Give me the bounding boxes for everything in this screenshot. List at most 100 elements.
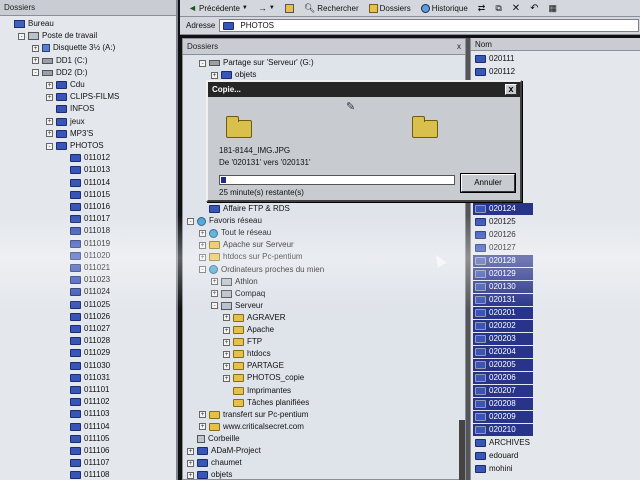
tree-item[interactable]: + CLIPS-FILMS [46,91,119,103]
tree-item[interactable]: - Serveur [211,300,263,312]
views-button[interactable]: ▦ [547,1,560,15]
expand-icon[interactable]: + [199,253,206,261]
expand-icon[interactable]: + [211,71,218,79]
search-button[interactable]: 🔍︎ Rechercher [302,1,361,15]
collapse-icon[interactable]: - [187,217,194,225]
tree-item[interactable]: + Athlon [211,276,258,288]
tree-item[interactable]: + Apache [223,324,274,336]
tree-item[interactable]: - DD2 (D:) [32,67,88,79]
file-list-item[interactable]: 020205 [473,359,533,371]
tree-item[interactable]: + Compaq [211,288,265,300]
file-list-item[interactable]: 020209 [473,411,533,423]
history-button[interactable]: Historique [419,1,470,15]
expand-icon[interactable]: + [211,278,218,286]
tree-item[interactable]: 011020 [60,250,110,262]
tree-item[interactable]: 011108 [60,469,110,480]
file-list-item[interactable]: 020202 [473,320,533,332]
tree-item[interactable]: 011027 [60,323,110,335]
tree-item[interactable]: + MP3'S [46,128,93,140]
up-folder-button[interactable] [283,1,296,15]
tree-item[interactable]: 011016 [60,201,110,213]
tree-item[interactable]: Imprimantes [223,385,291,397]
file-list-item[interactable]: 020124 [473,203,533,215]
tree-item[interactable]: Bureau [4,18,54,30]
undo-button[interactable]: ↶ [528,1,540,15]
file-list-item[interactable]: 020130 [473,281,533,293]
tree-item[interactable]: + DD1 (C:) [32,55,88,67]
tree-item[interactable]: 011021 [60,262,110,274]
collapse-icon[interactable]: - [46,142,53,150]
expand-icon[interactable]: + [46,81,53,89]
expand-icon[interactable]: + [223,314,230,322]
file-list-item[interactable]: 020127 [473,242,533,254]
tree-item[interactable]: + AGRAVER [223,312,286,324]
tree-item[interactable]: 011106 [60,445,110,457]
tree-item[interactable]: + ADaM-Project [187,445,261,457]
file-list-item[interactable]: 020204 [473,346,533,358]
file-list-item[interactable]: 020206 [473,372,533,384]
expand-icon[interactable]: + [211,290,218,298]
tree-item[interactable]: - Partage sur 'Serveur' (G:) [199,57,314,69]
tree-item[interactable]: + htdocs sur Pc-pentium [199,251,303,263]
collapse-icon[interactable]: - [18,32,25,40]
tree-item[interactable]: 011014 [60,177,110,189]
tree-item[interactable]: + htdocs [223,348,271,360]
move-to-button[interactable]: ⇄ [476,1,488,15]
expand-icon[interactable]: + [223,362,230,370]
tree-item[interactable]: INFOS [46,103,94,115]
expand-icon[interactable]: + [187,459,194,467]
dropdown-icon[interactable]: ▼ [269,5,275,11]
file-list-item[interactable]: 020207 [473,385,533,397]
tree-item[interactable]: 011029 [60,347,110,359]
tree-item[interactable]: + transfert sur Pc-pentium [199,409,308,421]
tree-item[interactable]: + Tout le réseau [199,227,271,239]
tree-item[interactable]: + www.criticalsecret.com [199,421,304,433]
collapse-icon[interactable]: - [211,302,218,310]
file-list-item[interactable]: 020112 [473,66,533,78]
file-list-item[interactable]: ARCHIVES [473,437,533,449]
expand-icon[interactable]: + [199,423,206,431]
delete-button[interactable]: ✕ [510,1,522,15]
close-pane-button[interactable]: x [457,39,461,54]
tree-item[interactable]: + PHOTOS_copie [223,372,304,384]
tree-item[interactable]: 011026 [60,311,110,323]
collapse-icon[interactable]: - [199,59,206,67]
tree-item[interactable]: Corbeille [187,433,240,445]
dropdown-icon[interactable]: ▼ [242,5,248,11]
expand-icon[interactable]: + [46,93,53,101]
scrollbar-thumb[interactable] [459,420,465,480]
tree-item[interactable]: - Favoris réseau [187,215,262,227]
tree-item[interactable]: - Ordinateurs proches du mien [199,264,324,276]
collapse-icon[interactable]: - [199,266,206,273]
tree-item[interactable]: - PHOTOS [46,140,104,152]
tree-item[interactable]: 011030 [60,360,110,372]
tree-item[interactable]: + PARTAGE [223,360,284,372]
expand-icon[interactable]: + [32,44,39,52]
tree-item[interactable]: 011028 [60,335,110,347]
tree-item[interactable]: 011024 [60,286,110,298]
expand-icon[interactable]: + [223,374,230,382]
expand-icon[interactable]: + [199,241,206,249]
expand-icon[interactable]: + [223,326,230,334]
tree-item[interactable]: 011012 [60,152,110,164]
forward-button[interactable]: → ▼ [256,1,277,15]
back-button[interactable]: ◄ Précédente ▼ [186,1,250,15]
expand-icon[interactable]: + [187,447,194,455]
tree-item[interactable]: + objets [187,469,232,479]
file-list-item[interactable]: 020201 [473,307,533,319]
tree-item[interactable]: 011017 [60,213,110,225]
tree-item[interactable]: 011015 [60,189,110,201]
tree-item[interactable]: + chaumet [187,457,242,469]
expand-icon[interactable]: + [46,130,53,138]
file-list-item[interactable]: 020203 [473,333,533,345]
tree-item[interactable]: + FTP [223,336,262,348]
tree-item[interactable]: + Apache sur Serveur [199,239,294,251]
file-list-item[interactable]: 020126 [473,229,533,241]
expand-icon[interactable]: + [199,411,206,419]
expand-icon[interactable]: + [32,57,39,65]
tree-item[interactable]: 011031 [60,372,110,384]
tree-item[interactable]: - Poste de travail [18,30,97,42]
expand-icon[interactable]: + [199,229,206,237]
dialog-close-button[interactable]: x [505,84,517,95]
expand-icon[interactable]: + [46,118,53,126]
